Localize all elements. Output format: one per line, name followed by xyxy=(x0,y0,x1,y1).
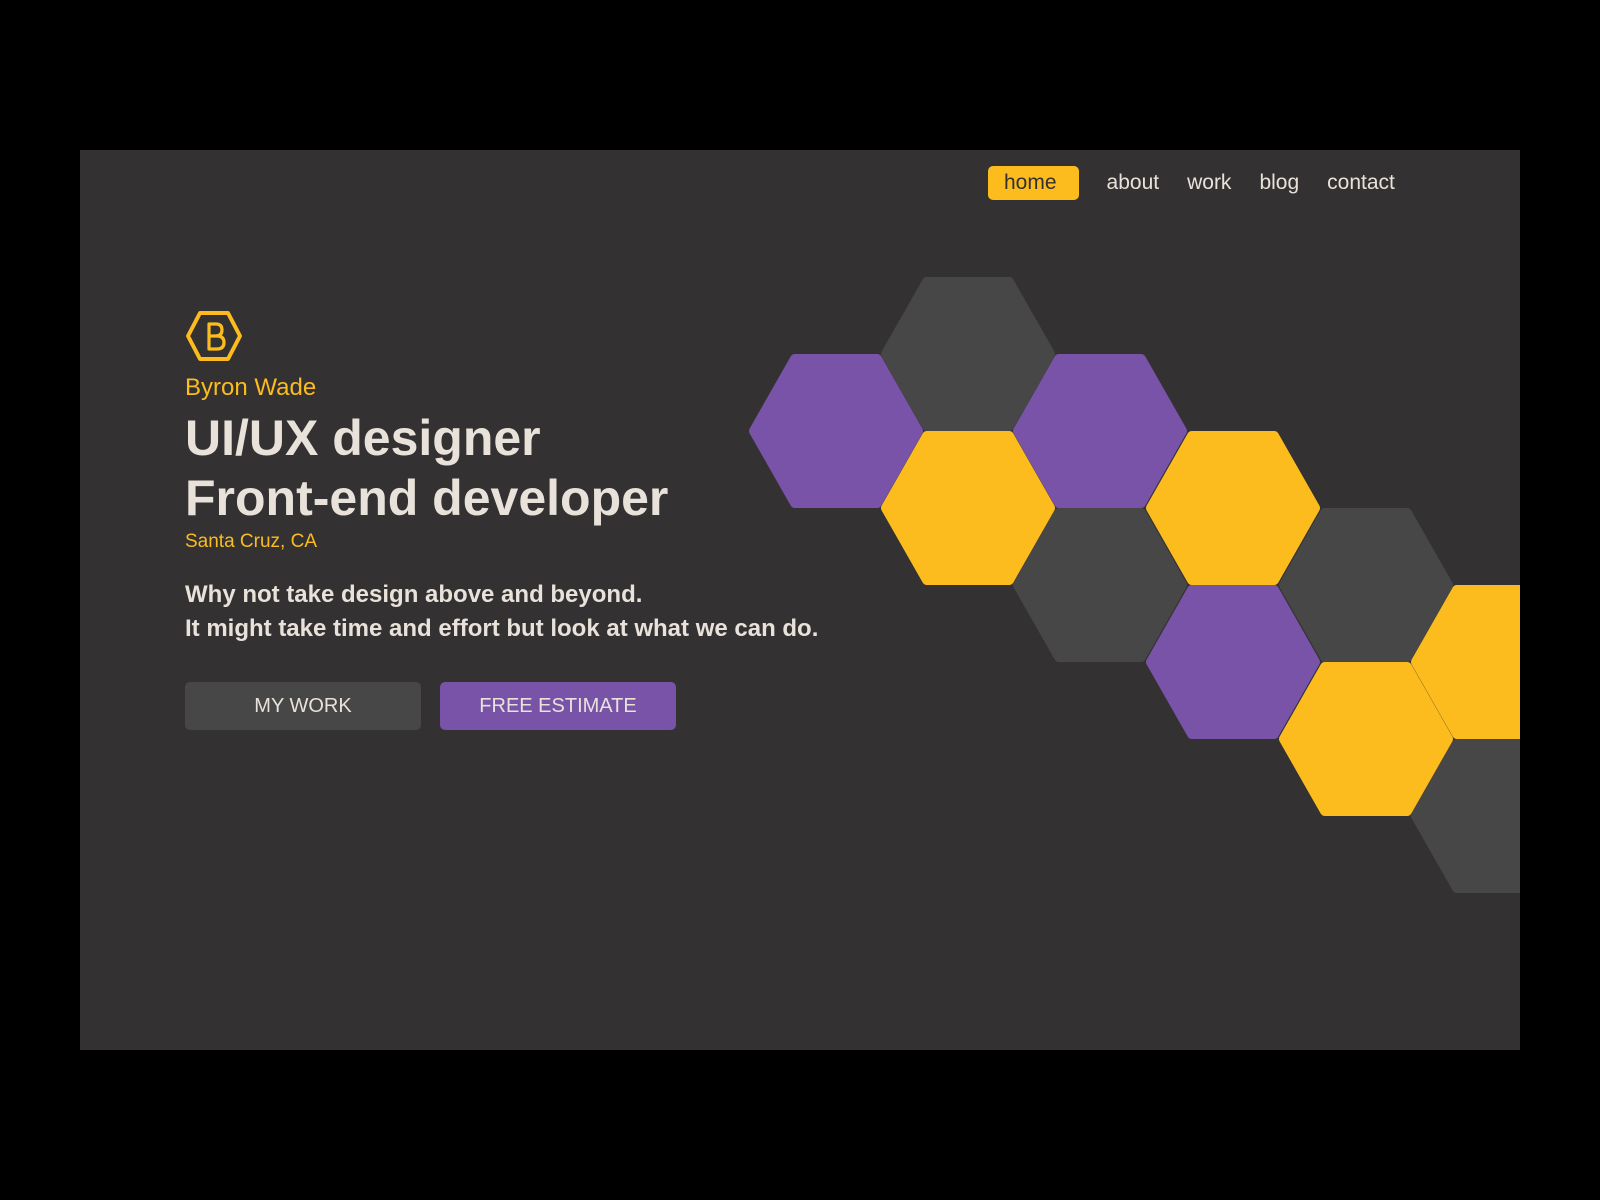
nav-work[interactable]: work xyxy=(1187,166,1231,200)
top-nav: home about work blog contact xyxy=(988,166,1395,200)
hero-section: home about work blog contact Byron Wade … xyxy=(80,150,1520,1050)
page-backdrop: home about work blog contact Byron Wade … xyxy=(0,0,1600,1200)
honeycomb-tile-gray xyxy=(881,277,1055,431)
free-estimate-button[interactable]: FREE ESTIMATE xyxy=(440,682,676,730)
honeycomb-tile-yellow xyxy=(881,431,1055,585)
honeycomb-tile-yellow xyxy=(1279,662,1453,816)
nav-about[interactable]: about xyxy=(1107,166,1160,200)
honeycomb-tile-gray xyxy=(1279,508,1453,662)
honeycomb-tile-purple xyxy=(1146,585,1320,739)
headline-line-2: Front-end developer xyxy=(185,470,669,526)
tagline: Why not take design above and beyond. It… xyxy=(185,578,818,646)
my-work-button[interactable]: MY WORK xyxy=(185,682,421,730)
nav-home[interactable]: home xyxy=(988,166,1079,200)
location-label: Santa Cruz, CA xyxy=(185,531,317,552)
nav-contact[interactable]: contact xyxy=(1327,166,1395,200)
tagline-line-1: Why not take design above and beyond. xyxy=(185,581,643,608)
hexagon-b-logo-icon xyxy=(186,311,242,361)
nav-blog[interactable]: blog xyxy=(1259,166,1299,200)
honeycomb-tile-purple xyxy=(1013,354,1187,508)
headline-line-1: UI/UX designer xyxy=(185,410,541,466)
page-title: UI/UX designer Front-end developer xyxy=(185,408,668,528)
owner-name: Byron Wade xyxy=(185,374,317,401)
honeycomb-tile-yellow xyxy=(1146,431,1320,585)
honeycomb-tile-gray xyxy=(1013,508,1187,662)
tagline-line-2: It might take time and effort but look a… xyxy=(185,615,819,642)
honeycomb-tile-purple xyxy=(749,354,923,508)
